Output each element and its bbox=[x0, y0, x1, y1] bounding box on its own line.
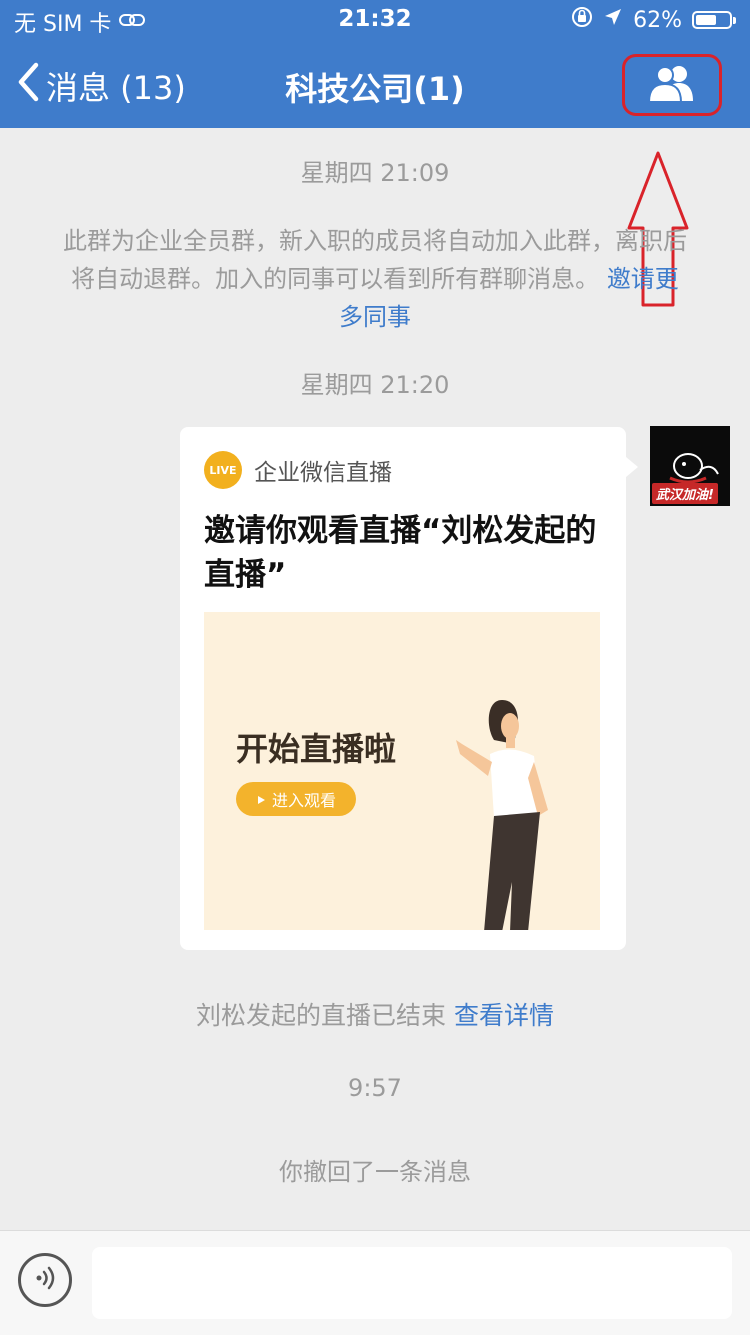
live-ended-text: 刘松发起的直播已结束 bbox=[196, 1001, 447, 1030]
card-title: 邀请你观看直播“刘松发起的直播” bbox=[204, 513, 597, 593]
group-members-button[interactable] bbox=[622, 54, 722, 116]
voice-icon bbox=[31, 1264, 59, 1296]
timestamp: 星期四 21:20 bbox=[300, 371, 450, 399]
status-bar: 无 SIM 卡 21:32 62% bbox=[0, 0, 750, 40]
sender-avatar[interactable]: 武汉加油! bbox=[650, 426, 730, 506]
nav-bar: 消息 (13) 科技公司(1) bbox=[0, 40, 750, 128]
card-source: LIVE 企业微信直播 bbox=[204, 451, 392, 489]
live-badge-icon: LIVE bbox=[204, 451, 242, 489]
input-bar bbox=[0, 1230, 750, 1335]
card-source-label: 企业微信直播 bbox=[254, 460, 392, 486]
avatar-tag: 武汉加油! bbox=[652, 483, 718, 504]
group-members-icon bbox=[645, 63, 699, 107]
voice-input-button[interactable] bbox=[18, 1253, 72, 1307]
timestamp: 9:57 bbox=[348, 1074, 402, 1102]
battery-percent: 62% bbox=[633, 7, 682, 33]
back-button[interactable]: 消息 (13) bbox=[16, 62, 186, 110]
back-label: 消息 (13) bbox=[46, 69, 186, 107]
timestamp: 星期四 21:09 bbox=[300, 159, 450, 187]
enter-watch-label: 进入观看 bbox=[271, 791, 336, 810]
system-notice: 此群为企业全员群，新入职的成员将自动加入此群，离职后将自动退群。加入的同事可以看… bbox=[60, 222, 690, 336]
enter-watch-button[interactable]: 进入观看 bbox=[236, 782, 356, 816]
recall-notice: 你撤回了一条消息 bbox=[279, 1158, 471, 1186]
location-icon bbox=[603, 7, 623, 33]
live-banner: 开始直播啦 进入观看 bbox=[204, 612, 600, 930]
header-bar: 无 SIM 卡 21:32 62% 消息 (13) 科技公司(1) bbox=[0, 0, 750, 128]
rotation-lock-icon bbox=[571, 6, 593, 34]
chevron-left-icon bbox=[16, 62, 40, 110]
play-icon bbox=[256, 790, 266, 809]
battery-fill bbox=[696, 15, 716, 25]
live-ended-notice: 刘松发起的直播已结束 查看详情 bbox=[0, 996, 750, 1032]
view-details-link[interactable]: 查看详情 bbox=[454, 1001, 554, 1030]
message-input[interactable] bbox=[92, 1247, 732, 1319]
live-invite-card[interactable]: LIVE 企业微信直播 邀请你观看直播“刘松发起的直播” 开始直播啦 进入观看 bbox=[180, 427, 638, 950]
presenter-illustration bbox=[456, 700, 548, 930]
system-notice-text: 此群为企业全员群，新入职的成员将自动加入此群，离职后将自动退群。加入的同事可以看… bbox=[63, 227, 687, 293]
battery-icon bbox=[692, 11, 736, 29]
banner-heading: 开始直播啦 bbox=[236, 730, 397, 768]
